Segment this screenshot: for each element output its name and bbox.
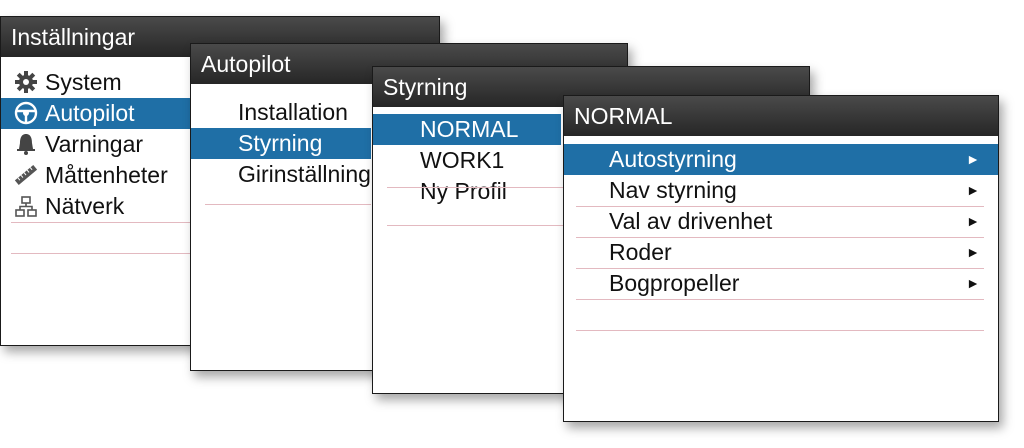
menu-item-label: Roder	[609, 239, 672, 265]
menu-divider	[576, 206, 984, 207]
menu-divider	[387, 187, 563, 188]
menu-item-label: Ny Profil	[420, 178, 507, 204]
menu-item-val-av-drivenhet[interactable]: Val av drivenhet ►	[564, 206, 998, 237]
settings-menu: System Autopilot Varningar Måttenheter N…	[1, 67, 201, 222]
normal-panel-title: NORMAL	[564, 96, 998, 136]
menu-divider	[11, 222, 191, 223]
menu-divider	[387, 225, 563, 226]
profile-item-work1[interactable]: WORK1	[373, 145, 561, 176]
menu-item-nav-styrning[interactable]: Nav styrning ►	[564, 175, 998, 206]
menu-item-label: Val av drivenhet	[609, 208, 773, 234]
menu-item-label: Girinställningar	[238, 161, 371, 187]
menu-item-label: Nätverk	[45, 193, 125, 219]
menu-item-bogpropeller[interactable]: Bogpropeller ►	[564, 268, 998, 299]
menu-divider	[576, 237, 984, 238]
menu-item-system[interactable]: System	[1, 67, 201, 98]
steering-wheel-icon	[13, 100, 39, 126]
menu-item-label: Varningar	[45, 131, 144, 157]
submenu-arrow-icon: ►	[966, 244, 980, 260]
submenu-arrow-icon: ►	[966, 151, 980, 167]
menu-item-mattenheter[interactable]: Måttenheter	[1, 160, 201, 191]
bell-icon	[13, 131, 39, 157]
steering-profile-menu: NORMAL WORK1 Ny Profil	[373, 114, 561, 207]
menu-item-label: Nav styrning	[609, 177, 737, 203]
menu-item-autostyrning[interactable]: Autostyrning ►	[564, 144, 998, 175]
menu-item-girinstallningar[interactable]: Girinställningar	[191, 159, 371, 190]
menu-divider	[205, 204, 371, 205]
menu-item-label: Autostyrning	[609, 146, 737, 172]
menu-divider	[576, 268, 984, 269]
normal-settings-menu: Autostyrning ► Nav styrning ► Val av dri…	[564, 144, 998, 299]
menu-item-varningar[interactable]: Varningar	[1, 129, 201, 160]
menu-item-label: Bogpropeller	[609, 270, 740, 296]
menu-item-label: Måttenheter	[45, 162, 168, 188]
normal-profile-panel: NORMAL Autostyrning ► Nav styrning ► Val…	[563, 95, 999, 422]
menu-item-natverk[interactable]: Nätverk	[1, 191, 201, 222]
menu-divider	[576, 330, 984, 331]
menu-item-label: Installation	[238, 99, 348, 125]
gear-icon	[13, 69, 39, 95]
menu-item-installation[interactable]: Installation	[191, 97, 371, 128]
menu-divider	[576, 299, 984, 300]
menu-item-label: Styrning	[238, 130, 323, 156]
ruler-icon	[13, 162, 39, 188]
profile-item-normal[interactable]: NORMAL	[373, 114, 561, 145]
submenu-arrow-icon: ►	[966, 275, 980, 291]
network-icon	[13, 193, 39, 219]
submenu-arrow-icon: ►	[966, 213, 980, 229]
menu-item-label: NORMAL	[420, 116, 519, 142]
autopilot-menu: Installation Styrning Girinställningar	[191, 97, 371, 190]
menu-item-autopilot[interactable]: Autopilot	[1, 98, 201, 129]
menu-item-label: WORK1	[420, 147, 505, 173]
profile-item-new[interactable]: Ny Profil	[373, 176, 561, 207]
menu-item-styrning[interactable]: Styrning	[191, 128, 371, 159]
menu-item-label: Autopilot	[45, 100, 135, 126]
menu-item-roder[interactable]: Roder ►	[564, 237, 998, 268]
menu-divider	[11, 253, 191, 254]
menu-item-label: System	[45, 69, 122, 95]
submenu-arrow-icon: ►	[966, 182, 980, 198]
